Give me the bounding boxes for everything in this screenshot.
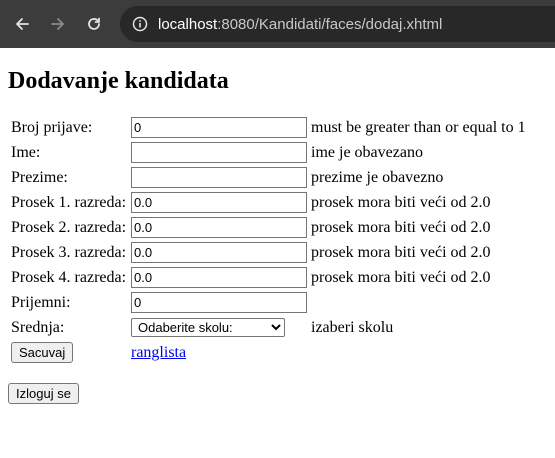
validation-message	[310, 291, 527, 314]
address-bar[interactable]: localhost:8080/Kandidati/faces/dodaj.xht…	[120, 6, 555, 42]
field-label: Prijemni:	[11, 293, 71, 311]
validation-message: prosek mora biti veći od 2.0	[311, 243, 491, 261]
school-select[interactable]: Odaberite skolu:	[131, 318, 285, 337]
back-button[interactable]	[4, 0, 40, 48]
field-label: Prosek 2. razreda:	[11, 218, 127, 236]
prosek-2-input[interactable]	[131, 217, 307, 238]
url-path: :8080/Kandidati/faces/dodaj.xhtml	[217, 15, 443, 33]
form-row-prijemni: Prijemni:	[10, 291, 527, 314]
form-row-srednja: Srednja: Odaberite skolu: izaberi skolu	[10, 316, 527, 339]
field-label: Prosek 1. razreda:	[11, 193, 127, 211]
validation-message: must be greater than or equal to 1	[311, 118, 526, 136]
validation-message: prosek mora biti veći od 2.0	[311, 218, 491, 236]
validation-message: prezime je obavezno	[311, 168, 444, 186]
form-row-ime: Ime: ime je obavezano	[10, 141, 527, 164]
form-row-prosek-2: Prosek 2. razreda: prosek mora biti veći…	[10, 216, 527, 239]
prijemni-input[interactable]	[131, 292, 307, 313]
page-content: Dodavanje kandidata Broj prijave: must b…	[0, 67, 555, 404]
field-label: Srednja:	[11, 318, 65, 336]
form-row-prosek-3: Prosek 3. razreda: prosek mora biti veći…	[10, 241, 527, 264]
prosek-3-input[interactable]	[131, 242, 307, 263]
field-label: Ime:	[11, 143, 41, 161]
candidate-form: Broj prijave: must be greater than or eq…	[8, 114, 529, 366]
prosek-1-input[interactable]	[131, 192, 307, 213]
ranking-link[interactable]: ranglista	[131, 344, 186, 361]
ime-input[interactable]	[131, 142, 307, 163]
form-row-prosek-1: Prosek 1. razreda: prosek mora biti veći…	[10, 191, 527, 214]
broj-prijave-input[interactable]	[131, 117, 307, 138]
arrow-left-icon	[16, 18, 29, 30]
validation-message: ime je obavezano	[311, 143, 423, 161]
page-title: Dodavanje kandidata	[8, 68, 229, 94]
form-row-actions: Sacuvaj ranglista	[10, 341, 527, 364]
form-row-prosek-4: Prosek 4. razreda: prosek mora biti veći…	[10, 266, 527, 289]
form-row-prezime: Prezime: prezime je obavezno	[10, 166, 527, 189]
url-host: localhost	[158, 15, 218, 33]
browser-toolbar: localhost:8080/Kandidati/faces/dodaj.xht…	[0, 0, 555, 48]
forward-button[interactable]	[40, 0, 76, 48]
validation-message: prosek mora biti veći od 2.0	[311, 193, 491, 211]
save-button[interactable]: Sacuvaj	[11, 342, 74, 363]
reload-icon	[88, 17, 100, 30]
reload-button[interactable]	[76, 0, 112, 48]
validation-message: izaberi skolu	[311, 318, 394, 336]
field-label: Prosek 3. razreda:	[11, 243, 127, 261]
field-label: Prezime:	[11, 168, 68, 186]
arrow-right-icon	[51, 18, 64, 30]
field-label: Prosek 4. razreda:	[11, 268, 127, 286]
prezime-input[interactable]	[131, 167, 307, 188]
field-label: Broj prijave:	[11, 118, 93, 136]
info-icon[interactable]	[132, 16, 148, 32]
url-text: localhost:8080/Kandidati/faces/dodaj.xht…	[158, 16, 442, 33]
prosek-4-input[interactable]	[131, 267, 307, 288]
validation-message: prosek mora biti veći od 2.0	[311, 268, 491, 286]
logout-button[interactable]: Izloguj se	[8, 383, 79, 404]
form-row-broj-prijave: Broj prijave: must be greater than or eq…	[10, 116, 527, 139]
